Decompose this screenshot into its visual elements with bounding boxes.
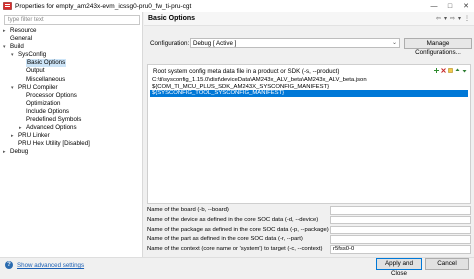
tree-item-label: PRU Hex Utility [Disabled] <box>18 140 90 148</box>
option-input[interactable] <box>330 225 471 235</box>
expand-arrow-icon[interactable]: ▾ <box>3 43 6 51</box>
app-icon <box>3 2 12 10</box>
option-input[interactable]: r5fss0-0 <box>330 245 471 254</box>
tree-item-label: SysConfig <box>18 51 47 59</box>
tree-item-label: Advanced Options <box>26 124 77 132</box>
dialog-footer: ? Show advanced settings Apply and Close… <box>0 257 474 277</box>
option-label: Name of the device as defined in the cor… <box>147 216 319 223</box>
tree-item-label: Debug <box>10 148 29 156</box>
collapse-arrow-icon[interactable]: ▸ <box>11 132 14 140</box>
option-label: Name of the part as defined in the core … <box>147 236 303 243</box>
show-advanced-settings-link[interactable]: Show advanced settings <box>17 262 84 269</box>
close-button[interactable]: ✕ <box>458 0 474 12</box>
minimize-button[interactable]: — <box>426 0 442 12</box>
option-row: Name of the package as defined in the co… <box>144 225 474 236</box>
tree-item-label: PRU Compiler <box>18 83 58 91</box>
tree-item-label: Output <box>26 67 45 75</box>
left-navigation-pane: type filter text ▸ Resource General ▾ Build ▾… <box>0 12 143 257</box>
tree-item[interactable]: General <box>0 35 143 43</box>
tree-item[interactable]: Miscellaneous <box>0 76 143 84</box>
tree-item[interactable]: ▾ PRU Compiler <box>0 84 143 92</box>
filter-input[interactable]: type filter text <box>4 15 140 25</box>
page-title: Basic Options <box>148 15 196 22</box>
tree-item[interactable]: Optimization <box>0 100 143 108</box>
tree-item[interactable]: ▸ Resource <box>0 27 143 35</box>
option-input[interactable] <box>330 215 471 225</box>
expand-arrow-icon[interactable]: ▾ <box>11 84 14 92</box>
tree-item[interactable]: Output <box>0 67 143 75</box>
option-row: Name of the board (-b, --board) <box>144 206 474 216</box>
menu-icon[interactable]: ⋮ <box>464 15 470 22</box>
tree-item[interactable]: ▾ SysConfig <box>0 51 143 59</box>
metadata-list-item-text: C:\ti\sysconfig_1.15.0\dist\deviceData\A… <box>152 77 367 83</box>
configuration-select[interactable]: Debug [ Active ] ⌄ <box>190 38 400 48</box>
tree-item[interactable]: ▸ PRU Linker <box>0 132 143 140</box>
back-arrow-icon[interactable]: ⇦ <box>436 15 441 22</box>
maximize-button[interactable]: □ <box>442 0 458 12</box>
cancel-button[interactable]: Cancel <box>425 258 469 270</box>
chevron-down-icon: ⌄ <box>391 40 397 46</box>
option-row: Name of the device as defined in the cor… <box>144 215 474 226</box>
collapse-arrow-icon[interactable]: ▸ <box>3 27 6 35</box>
dropdown-arrow-icon[interactable]: ▾ <box>444 15 447 22</box>
metadata-list-item[interactable]: C:\ti\sysconfig_1.15.0\dist\deviceData\A… <box>150 77 468 84</box>
tree-item[interactable]: ▸ Advanced Options <box>0 124 143 132</box>
tree-item-label: Include Options <box>26 107 69 115</box>
forward-arrow-icon[interactable]: ⇨ <box>450 15 455 22</box>
window-titlebar: Properties for empty_am243x-evm_icssg0-p… <box>0 0 474 12</box>
settings-tree: ▸ Resource General ▾ Build ▾ SysConfig Basic Op… <box>0 27 143 157</box>
collapse-arrow-icon[interactable]: ▸ <box>3 148 6 156</box>
tree-item[interactable]: ▾ Build <box>0 43 143 51</box>
tree-item-label: Processor Options <box>26 91 77 99</box>
add-icon[interactable] <box>434 68 439 73</box>
tree-item-label: Resource <box>10 27 37 34</box>
metadata-panel-title: Root system config meta data file in a p… <box>153 68 340 75</box>
options-fields: Name of the board (-b, --board) Name of t… <box>144 206 474 255</box>
tree-item-label: Miscellaneous <box>26 75 66 83</box>
option-label: Name of the board (-b, --board) <box>147 207 229 213</box>
tree-item[interactable]: Predefined Symbols <box>0 116 143 124</box>
option-label: Name of the package as defined in the co… <box>147 226 329 233</box>
tree-item[interactable]: ▸ Debug <box>0 148 143 156</box>
move-up-icon[interactable] <box>455 68 460 73</box>
tree-item-label: Build <box>10 43 24 51</box>
metadata-list-item[interactable]: ${COM_TI_MCU_PLUS_SDK_AM243X_SYSCONFIG_M… <box>150 84 468 91</box>
tree-item-label: Basic Options <box>26 59 67 68</box>
page-header: Basic Options ⇦ ▾ ⇨ ▾ ⋮ <box>144 12 474 26</box>
option-input[interactable] <box>330 206 471 215</box>
expand-arrow-icon[interactable]: ▾ <box>11 51 14 59</box>
option-input[interactable] <box>330 235 471 244</box>
configuration-value: Debug [ Active ] <box>193 40 237 47</box>
help-icon[interactable]: ? <box>5 261 13 269</box>
metadata-list-item-text: ${SYSCONFIG_TOOL_SYSCONFIG_MANIFEST} <box>152 90 285 97</box>
metadata-list-item[interactable]: ${SYSCONFIG_TOOL_SYSCONFIG_MANIFEST} <box>150 90 468 97</box>
tree-item-label: Optimization <box>26 99 61 107</box>
option-row: Name of the context (core name or 'syste… <box>144 245 474 255</box>
configuration-label: Configuration: <box>150 40 190 47</box>
tree-item-label: PRU Linker <box>18 132 50 140</box>
tree-item[interactable]: Basic Options <box>0 59 143 68</box>
tree-item[interactable]: PRU Hex Utility [Disabled] <box>0 140 143 148</box>
window-title: Properties for empty_am243x-evm_icssg0-p… <box>15 2 192 10</box>
tree-item-label: General <box>10 35 33 43</box>
tree-item-label: Predefined Symbols <box>26 116 82 124</box>
right-content-pane: Basic Options ⇦ ▾ ⇨ ▾ ⋮ Configuration: D… <box>144 12 474 257</box>
edit-icon[interactable] <box>448 68 453 73</box>
option-label: Name of the context (core name or 'syste… <box>147 246 323 253</box>
dropdown-arrow-icon[interactable]: ▾ <box>458 15 461 22</box>
metadata-panel: Root system config meta data file in a p… <box>147 64 471 204</box>
move-down-icon[interactable] <box>462 68 467 73</box>
tree-item[interactable]: Include Options <box>0 108 143 116</box>
apply-and-close-button[interactable]: Apply and Close <box>376 258 422 277</box>
metadata-list-item-text: ${COM_TI_MCU_PLUS_SDK_AM243X_SYSCONFIG_M… <box>152 83 330 90</box>
delete-icon[interactable] <box>441 68 446 73</box>
metadata-list: C:\ti\sysconfig_1.15.0\dist\deviceData\A… <box>150 77 468 97</box>
manage-configurations-button[interactable]: Manage Configurations... <box>404 38 472 56</box>
tree-item[interactable]: Processor Options <box>0 92 143 100</box>
collapse-arrow-icon[interactable]: ▸ <box>19 124 22 132</box>
option-row: Name of the part as defined in the core … <box>144 235 474 245</box>
